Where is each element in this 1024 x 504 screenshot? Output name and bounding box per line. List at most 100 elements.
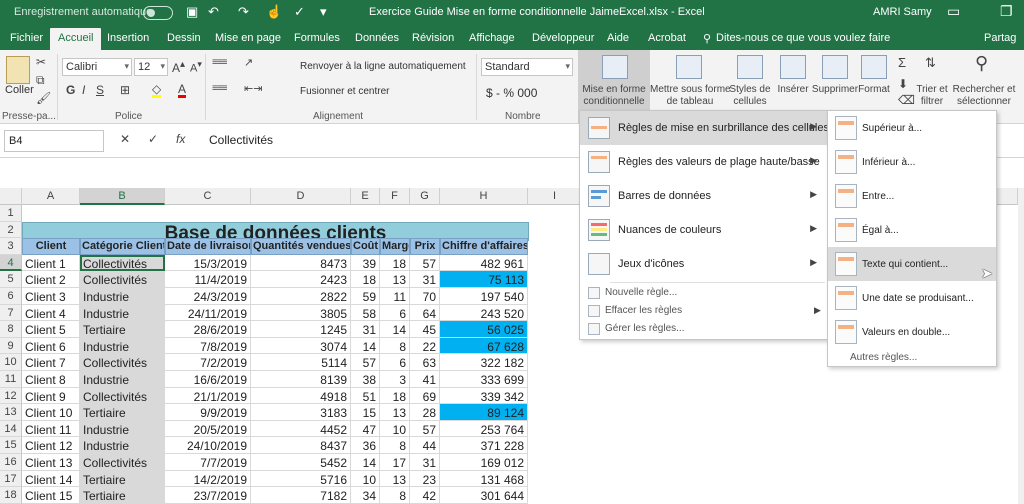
table-cell[interactable]: 57 xyxy=(410,420,440,438)
header-cell[interactable]: Coût xyxy=(351,238,380,255)
table-cell[interactable]: 17 xyxy=(380,454,410,471)
ribbon-display-icon[interactable]: ▭ xyxy=(947,3,960,20)
table-cell[interactable]: 8 xyxy=(380,437,410,454)
table-cell[interactable]: Tertiaire xyxy=(80,321,165,338)
table-cell[interactable]: 57 xyxy=(351,354,380,371)
table-cell[interactable]: 7/2/2019 xyxy=(165,354,251,371)
table-cell[interactable]: 2423 xyxy=(251,271,351,288)
submenu-greater-than[interactable]: Supérieur à... xyxy=(828,111,996,145)
header-cell[interactable]: Prix xyxy=(410,238,440,255)
table-cell[interactable]: 7/8/2019 xyxy=(165,337,251,355)
tab-acrobat[interactable]: Acrobat xyxy=(648,32,686,44)
font-size-select[interactable]: 12 xyxy=(134,58,168,76)
table-cell[interactable]: Client 15 xyxy=(22,487,80,504)
row-header-10[interactable]: 10 xyxy=(0,354,22,371)
confirm-entry-icon[interactable]: ✓ xyxy=(148,133,158,145)
align-left-icon[interactable]: ≡≡≡ xyxy=(212,84,227,94)
table-cell[interactable]: 75 113 xyxy=(440,271,528,288)
undo-icon[interactable]: ↶ xyxy=(208,4,219,20)
table-cell[interactable]: 16/6/2019 xyxy=(165,371,251,388)
submenu-less-than[interactable]: Inférieur à... xyxy=(828,145,996,179)
table-cell[interactable]: 10 xyxy=(380,420,410,438)
submenu-between[interactable]: Entre... xyxy=(828,179,996,213)
currency-percent-buttons[interactable]: $ - % 000 xyxy=(486,86,537,100)
menu-clear-rules[interactable]: Effacer les règles ▶ xyxy=(580,301,827,321)
table-cell[interactable]: 69 xyxy=(410,387,440,405)
grow-font-icon[interactable]: A▴ xyxy=(172,60,185,75)
font-color-icon[interactable]: A xyxy=(178,83,187,98)
table-cell[interactable]: 482 961 xyxy=(440,254,528,272)
delete-button-label[interactable]: Supprimer xyxy=(810,84,860,95)
table-cell[interactable]: 8139 xyxy=(251,371,351,388)
table-cell[interactable]: Collectivités xyxy=(80,454,165,471)
table-cell[interactable]: 14 xyxy=(380,321,410,338)
table-cell[interactable]: 8 xyxy=(380,337,410,355)
cancel-entry-icon[interactable]: ✕ xyxy=(120,133,130,145)
table-cell[interactable]: 322 182 xyxy=(440,354,528,371)
header-cell[interactable]: Marge xyxy=(380,238,410,255)
table-cell[interactable]: 36 xyxy=(351,437,380,454)
insert-function-icon[interactable]: fx xyxy=(176,133,185,145)
vertical-scrollbar[interactable] xyxy=(1018,188,1024,504)
column-header-g[interactable]: G xyxy=(410,188,440,205)
table-cell[interactable]: 44 xyxy=(410,437,440,454)
tab-mise-en-page[interactable]: Mise en page xyxy=(215,32,281,44)
table-cell[interactable]: 253 764 xyxy=(440,420,528,438)
tab-aide[interactable]: Aide xyxy=(607,32,629,44)
table-cell[interactable]: Collectivités xyxy=(80,254,165,272)
table-cell[interactable]: 8437 xyxy=(251,437,351,454)
table-cell[interactable]: 11/4/2019 xyxy=(165,271,251,288)
row-header-5[interactable]: 5 xyxy=(0,271,22,288)
table-cell[interactable]: Tertiaire xyxy=(80,404,165,421)
table-cell[interactable]: 18 xyxy=(380,387,410,405)
number-format-select[interactable]: Standard xyxy=(481,58,573,76)
table-cell[interactable]: Client 7 xyxy=(22,354,80,371)
table-cell[interactable]: 333 699 xyxy=(440,371,528,388)
table-cell[interactable]: 7/7/2019 xyxy=(165,454,251,471)
table-cell[interactable]: 20/5/2019 xyxy=(165,420,251,438)
menu-highlight-rules[interactable]: Règles de mise en surbrillance des cellu… xyxy=(580,111,829,145)
row-header-4[interactable]: 4 xyxy=(0,254,22,272)
tab-affichage[interactable]: Affichage xyxy=(469,32,515,44)
table-cell[interactable]: 13 xyxy=(380,404,410,421)
menu-top-bottom-rules[interactable]: Règles des valeurs de plage haute/basse … xyxy=(580,145,827,179)
column-header-c[interactable]: C xyxy=(165,188,251,205)
clear-icon[interactable]: ⌫ xyxy=(898,94,915,106)
table-cell[interactable]: 67 628 xyxy=(440,337,528,355)
table-cell[interactable]: 169 012 xyxy=(440,454,528,471)
table-cell[interactable]: 18 xyxy=(380,254,410,272)
customize-qat-icon[interactable]: ▾ xyxy=(320,4,327,20)
table-cell[interactable]: 21/1/2019 xyxy=(165,387,251,405)
table-cell[interactable]: 1245 xyxy=(251,321,351,338)
autosave-toggle[interactable] xyxy=(143,6,173,20)
table-cell[interactable]: 28 xyxy=(410,404,440,421)
submenu-date-occurring[interactable]: Une date se produisant... xyxy=(828,281,996,315)
row-header-12[interactable]: 12 xyxy=(0,387,22,405)
restore-icon[interactable]: ❐ xyxy=(1000,3,1013,20)
sort-label-1[interactable]: Trier et xyxy=(914,84,950,95)
table-cell[interactable]: 34 xyxy=(351,487,380,504)
table-cell[interactable]: 24/10/2019 xyxy=(165,437,251,454)
table-cell[interactable]: 6 xyxy=(380,304,410,322)
table-cell[interactable]: 4918 xyxy=(251,387,351,405)
autosum-icon[interactable]: Σ xyxy=(898,56,906,69)
table-cell[interactable]: 5114 xyxy=(251,354,351,371)
format-as-table-icon[interactable] xyxy=(676,55,702,79)
table-cell[interactable]: 63 xyxy=(410,354,440,371)
table-cell[interactable]: 23/7/2019 xyxy=(165,487,251,504)
row-header-15[interactable]: 15 xyxy=(0,437,22,454)
table-cell[interactable]: 301 644 xyxy=(440,487,528,504)
column-header-i[interactable]: I xyxy=(528,188,582,205)
save-icon[interactable]: ▣ xyxy=(186,4,198,20)
header-cell[interactable]: Date de livraison xyxy=(165,238,251,255)
menu-new-rule[interactable]: Nouvelle règle... xyxy=(580,283,827,303)
header-cell[interactable]: Client xyxy=(22,238,80,255)
table-cell[interactable]: Client 14 xyxy=(22,470,80,488)
align-top-icon[interactable]: ≡≡≡ xyxy=(212,58,227,68)
table-cell[interactable]: 58 xyxy=(351,304,380,322)
table-cell[interactable]: Client 12 xyxy=(22,437,80,454)
tab-developpeur[interactable]: Développeur xyxy=(532,32,594,44)
table-cell[interactable]: 7182 xyxy=(251,487,351,504)
redo-icon[interactable]: ↷ xyxy=(238,4,249,20)
table-cell[interactable]: Client 8 xyxy=(22,371,80,388)
